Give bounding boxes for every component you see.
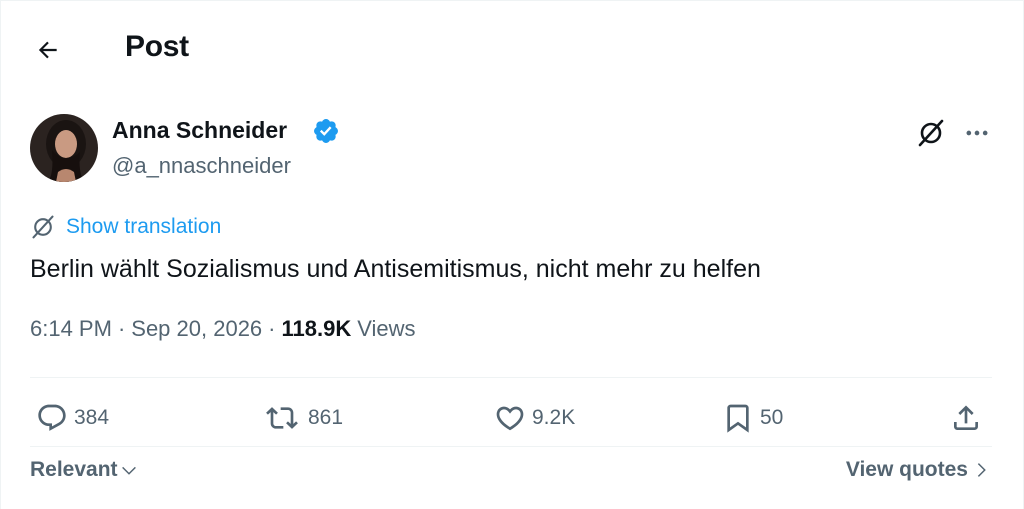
divider (30, 377, 992, 378)
grok-icon (918, 119, 944, 147)
repost-button[interactable]: 861 (262, 398, 343, 438)
post-time[interactable]: 6:14 PM (30, 316, 112, 342)
heart-icon (496, 406, 524, 431)
reply-count: 384 (74, 406, 110, 429)
reply-button[interactable]: 384 (36, 398, 109, 438)
divider (30, 446, 992, 447)
repost-icon (266, 407, 298, 429)
bookmark-icon (727, 404, 749, 433)
share-icon (954, 405, 978, 430)
author-name[interactable]: Anna Schneider (112, 117, 287, 144)
arrow-left-icon (38, 41, 57, 59)
back-button[interactable] (28, 30, 68, 70)
show-translation-link[interactable]: Show translation (30, 212, 221, 242)
chevron-right-icon (977, 463, 986, 477)
avatar[interactable] (30, 114, 98, 182)
reply-icon (38, 404, 66, 431)
page-header: Post (0, 0, 1024, 96)
page-title: Post (125, 30, 189, 63)
chevron-down-icon (121, 466, 136, 475)
more-options-button[interactable] (958, 114, 996, 152)
views-label: Views (357, 316, 416, 341)
like-count: 9.2K (532, 406, 576, 429)
repost-count: 861 (308, 406, 344, 429)
share-button[interactable] (950, 398, 982, 438)
post-date[interactable]: Sep 20, 2026 (131, 316, 262, 342)
bookmark-count: 50 (760, 406, 784, 429)
sort-label: Relevant (30, 458, 118, 481)
more-dots-icon (966, 130, 988, 136)
meta-separator: · (117, 316, 126, 341)
view-quotes-label: View quotes (845, 458, 968, 481)
view-quotes-link[interactable]: View quotes (846, 458, 990, 482)
grok-button[interactable] (912, 114, 950, 152)
author-handle[interactable]: @a_nnaschneider (112, 153, 291, 179)
like-button[interactable]: 9.2K (494, 398, 575, 438)
views-count[interactable]: 118.9K (282, 316, 352, 342)
verified-badge-icon (314, 119, 338, 143)
post-meta: 6:14 PM · Sep 20, 2026 · 118.9K Views (30, 316, 416, 342)
grok-icon (32, 215, 54, 239)
meta-separator: · (268, 316, 276, 341)
bookmark-button[interactable]: 50 (722, 398, 783, 438)
post-text: Berlin wählt Sozialismus und Antisemitis… (30, 255, 761, 283)
show-translation-label: Show translation (66, 215, 222, 238)
sort-dropdown[interactable]: Relevant (30, 458, 138, 482)
